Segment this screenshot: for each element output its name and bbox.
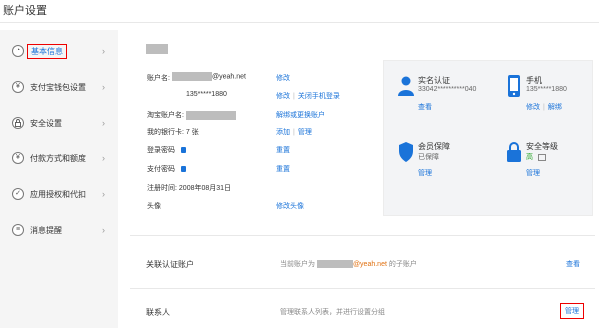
mobile-number: 135*****1880: [526, 86, 567, 93]
registration-row: 注册时间: 2008年08月31日: [147, 185, 232, 192]
linked-accounts-desc: 当前账户为 @yeah.net 的子账户: [280, 260, 417, 269]
security-level-value: 高: [526, 154, 533, 161]
phone-value: 135*****1880: [186, 91, 227, 98]
sidebar-item-basic-info[interactable]: ◔ 基本信息 ›: [0, 38, 118, 64]
sidebar-item-messages[interactable]: ≡ 消息提醒 ›: [0, 217, 118, 243]
realname-title: 实名认证: [418, 76, 450, 85]
avatar-label: 头像: [147, 203, 161, 210]
linked-accounts-title: 关联认证账户: [146, 260, 194, 269]
sidebar-item-wallet[interactable]: ¥ 支付宝钱包设置 ›: [0, 74, 118, 100]
contacts-manage-button[interactable]: 管理: [560, 303, 584, 319]
wallet-icon: ¥: [12, 81, 24, 93]
protection-manage-link[interactable]: 管理: [418, 170, 432, 177]
sidebar-item-label: 安全设置: [30, 118, 62, 128]
protection-title: 会员保障: [418, 142, 450, 151]
account-modify-link[interactable]: 修改: [276, 73, 290, 83]
check-icon: ✓: [12, 188, 24, 200]
lock-icon: [12, 117, 24, 129]
sidebar-item-payment[interactable]: ¥ 付款方式和额度 ›: [0, 145, 118, 171]
bank-card-actions: 添加 | 管理: [276, 129, 312, 136]
redacted-email: [316, 260, 353, 269]
account-name-value: @yeah.net: [172, 72, 246, 81]
mobile-cell: 手机 135*****1880 修改 | 解绑: [492, 69, 592, 129]
chevron-right-icon: ›: [102, 189, 105, 199]
lock-icon: [507, 142, 521, 162]
sidebar-item-security[interactable]: 安全设置 ›: [0, 110, 118, 136]
status-panel: 实名认证 33042**********040 查看 手机 135*****18…: [383, 60, 593, 216]
sidebar-item-label: 应用授权和代扣: [30, 189, 86, 199]
chevron-right-icon: ›: [102, 46, 105, 56]
shield-icon: [399, 142, 413, 162]
registration-date: 2008年08月31日: [178, 185, 232, 192]
add-card-link[interactable]: 添加: [276, 129, 290, 136]
phone-icon: [508, 75, 520, 97]
sidebar-item-app-auth[interactable]: ✓ 应用授权和代扣 ›: [0, 181, 118, 207]
reset-pay-password-link[interactable]: 重置: [276, 164, 290, 174]
realname-id: 33042**********040: [418, 86, 477, 93]
pay-password-row: 支付密码: [147, 164, 186, 174]
sidebar-item-label: 基本信息: [27, 43, 67, 59]
realname-view-link[interactable]: 查看: [418, 104, 432, 111]
user-icon: [398, 76, 414, 96]
yuan-icon: ¥: [12, 152, 24, 164]
account-name-label: 账户名:: [147, 75, 170, 82]
contacts-title: 联系人: [146, 308, 170, 317]
redacted-taobao: [185, 110, 236, 120]
title-divider: [0, 22, 599, 23]
sidebar-item-label: 支付宝钱包设置: [30, 82, 86, 92]
taobao-unbind-link[interactable]: 解绑或更换账户: [276, 110, 325, 120]
linked-view-link[interactable]: 查看: [566, 259, 580, 269]
mobile-unbind-link[interactable]: 解绑: [548, 104, 562, 111]
protection-cell: 会员保障 已保障 管理: [384, 135, 484, 195]
security-level-title: 安全等级: [526, 142, 558, 151]
mobile-modify-link[interactable]: 修改: [526, 104, 540, 111]
message-icon: ≡: [12, 224, 24, 236]
realname-cell: 实名认证 33042**********040 查看: [384, 69, 484, 129]
manage-cards-link[interactable]: 管理: [298, 129, 312, 136]
section-divider: [130, 288, 595, 289]
chevron-right-icon: ›: [102, 153, 105, 163]
bank-cards-row: 我的银行卡: 7 张: [147, 129, 199, 136]
contacts-desc: 管理联系人列表，并进行设置分组: [280, 309, 385, 316]
sidebar-item-label: 消息提醒: [30, 225, 62, 235]
close-phone-login-link[interactable]: 关闭手机登录: [298, 93, 340, 100]
sidebar-item-label: 付款方式和额度: [30, 153, 86, 163]
security-level-cell: 安全等级 高 管理: [492, 135, 592, 195]
phone-actions: 修改 | 关闭手机登录: [276, 93, 340, 100]
lock-icon: [181, 166, 186, 173]
redacted-email: [172, 72, 212, 81]
lock-icon: [181, 147, 186, 154]
person-icon: ◔: [12, 45, 24, 57]
security-level-row: 高: [526, 152, 546, 162]
bank-cards-count: 7 张: [185, 129, 199, 136]
section-divider: [130, 235, 595, 236]
login-password-row: 登录密码: [147, 145, 186, 155]
protection-status: 已保障: [418, 154, 439, 161]
reset-login-password-link[interactable]: 重置: [276, 145, 290, 155]
modify-avatar-link[interactable]: 修改头像: [276, 201, 304, 211]
taobao-label: 淘宝账户名:: [147, 110, 236, 120]
chevron-right-icon: ›: [102, 225, 105, 235]
sidebar: ◔ 基本信息 › ¥ 支付宝钱包设置 › 安全设置 › ¥ 付款方式和额度 › …: [0, 30, 118, 328]
phone-modify-link[interactable]: 修改: [276, 93, 290, 100]
mobile-title: 手机: [526, 76, 542, 85]
redacted-name: [146, 44, 168, 54]
chevron-right-icon: ›: [102, 118, 105, 128]
page-title: 账户设置: [3, 5, 47, 17]
shield-badge-icon: [537, 153, 546, 161]
security-manage-link[interactable]: 管理: [526, 170, 540, 177]
chevron-right-icon: ›: [102, 82, 105, 92]
